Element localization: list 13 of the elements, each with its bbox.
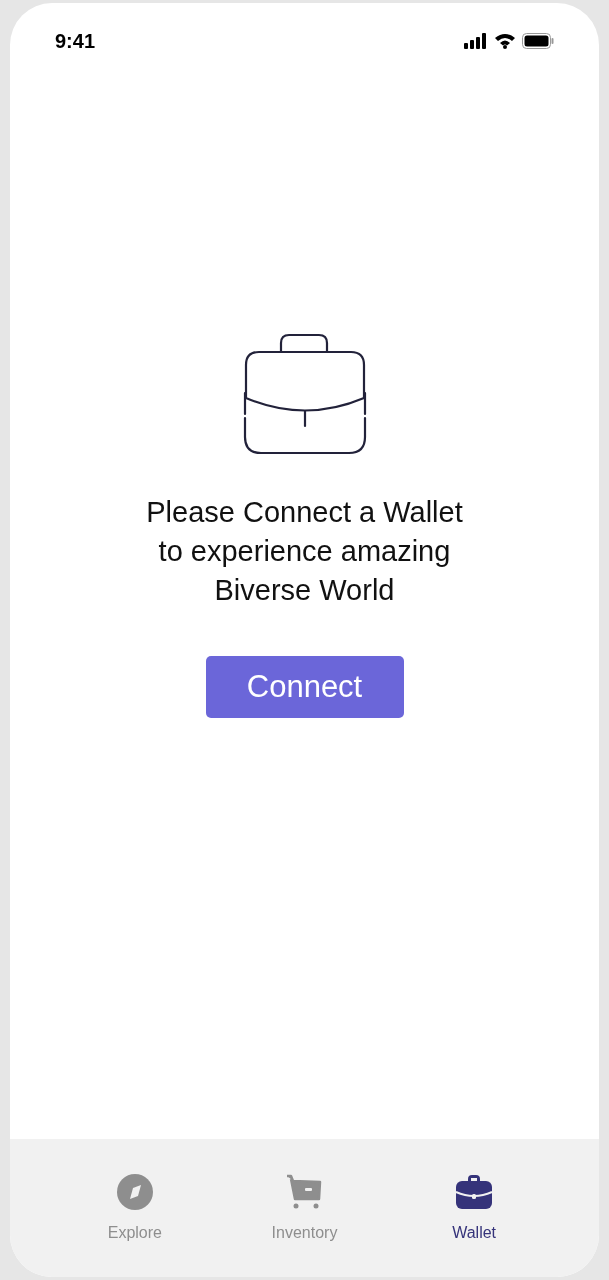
battery-icon	[522, 32, 554, 49]
briefcase-icon	[455, 1173, 494, 1211]
compass-icon	[115, 1173, 154, 1211]
wifi-icon	[494, 32, 516, 49]
signal-icon	[464, 32, 488, 49]
tab-item[interactable]: Explore	[79, 1173, 190, 1277]
tab-item[interactable]: Wallet	[419, 1173, 530, 1277]
briefcase-icon	[242, 333, 367, 455]
connect-message: Please Connect a Wallet to experience amazing Biverse World	[146, 495, 463, 608]
connect-button[interactable]: Connect	[205, 656, 404, 718]
cart-icon	[285, 1173, 324, 1211]
status-time: 9:41	[55, 28, 96, 54]
tab-item[interactable]: Inventory	[249, 1173, 360, 1277]
